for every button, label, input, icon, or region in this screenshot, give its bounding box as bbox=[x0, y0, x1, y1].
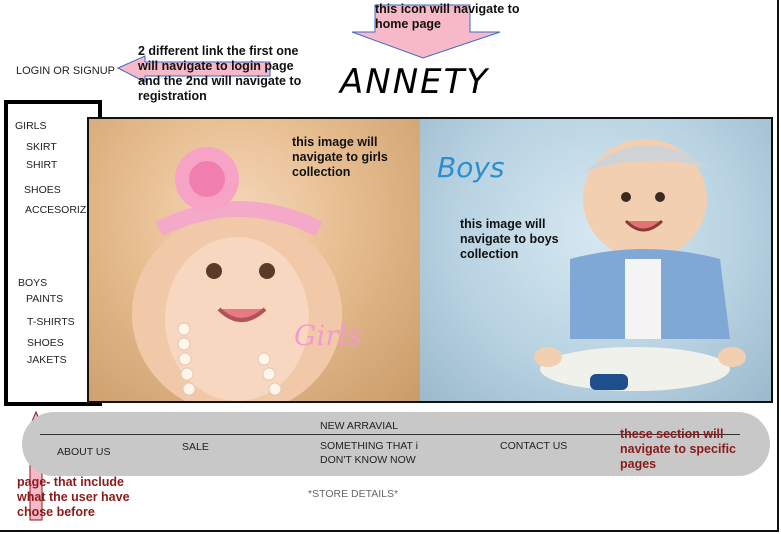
footer-link-sale[interactable]: SALE bbox=[182, 441, 209, 453]
boys-collection-image[interactable]: Boys this image will navigate to boys co… bbox=[420, 119, 771, 401]
girls-image-note: this image will navigate to girls collec… bbox=[292, 135, 388, 179]
girls-collection-image[interactable]: this image will navigate to girls collec… bbox=[89, 119, 420, 401]
sidebar-item-tshirts[interactable]: T-SHIRTS bbox=[27, 316, 75, 328]
footer-note: these section will navigate to specific … bbox=[620, 427, 737, 471]
store-details: *STORE DETAILS* bbox=[308, 488, 399, 500]
sidebar-item-girls-shoes[interactable]: SHOES bbox=[24, 184, 61, 196]
sidebar-heading-boys[interactable]: BOYS bbox=[18, 277, 47, 289]
footer-link-about-us[interactable]: ABOUT US bbox=[57, 446, 110, 458]
footer-link-new-arrival[interactable]: NEW ARRAVIAL bbox=[320, 420, 398, 432]
sidebar-item-shirt[interactable]: SHIRT bbox=[26, 159, 57, 171]
sidebar-item-boys-shoes[interactable]: SHOES bbox=[27, 337, 64, 349]
sidebar-item-skirt[interactable]: SKIRT bbox=[26, 141, 57, 153]
login-note: 2 different link the first one will navi… bbox=[138, 44, 302, 103]
hero-collections: this image will navigate to girls collec… bbox=[87, 117, 773, 403]
sidebar-item-accesorize[interactable]: ACCESORIZE bbox=[25, 204, 93, 216]
sidebar-item-paints[interactable]: PAINTS bbox=[26, 293, 63, 305]
footer-link-contact-us[interactable]: CONTACT US bbox=[500, 440, 567, 452]
logo-note: this icon will navigate to home page bbox=[375, 2, 520, 31]
sidebar-heading-girls[interactable]: GIRLS bbox=[15, 120, 47, 132]
sidebar-note: page- that include what the user have ch… bbox=[17, 475, 130, 519]
boys-image-label: Boys bbox=[437, 151, 505, 184]
sidebar-item-jakets[interactable]: JAKETS bbox=[27, 354, 67, 366]
boys-image-note: this image will navigate to boys collect… bbox=[460, 217, 559, 261]
footer-link-something[interactable]: SOMETHING THAT i DON'T KNOW NOW bbox=[320, 439, 430, 467]
girls-image-label: Girls bbox=[294, 319, 363, 352]
